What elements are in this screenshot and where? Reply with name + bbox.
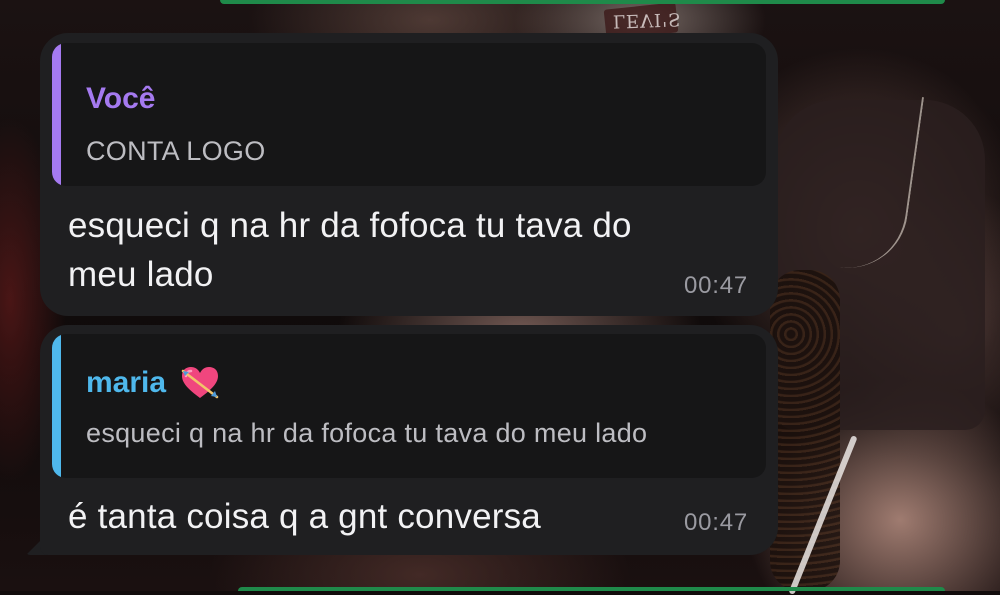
- heart-with-arrow-icon: [180, 365, 220, 401]
- next-message-edge: [238, 587, 945, 591]
- reply-quote-bar: [52, 43, 61, 186]
- message-time: 00:47: [683, 509, 748, 536]
- message-bubble[interactable]: Você CONTA LOGO esqueci q na hr da fofoc…: [40, 33, 778, 316]
- reply-author-name: Você: [86, 82, 156, 115]
- message-bubble[interactable]: maria esqueci q na hr da fofoca tu tava …: [40, 325, 778, 555]
- reply-text: esqueci q na hr da fofoca tu tava do meu…: [86, 418, 648, 448]
- reply-author: Você: [86, 81, 155, 117]
- previous-message-edge: [220, 0, 945, 4]
- reply-author: maria: [86, 365, 220, 401]
- message-time: 00:47: [683, 272, 748, 299]
- reply-author-name: maria: [86, 366, 167, 399]
- message-text: esqueci q na hr da fofoca tu tava do meu…: [68, 206, 632, 294]
- reply-quote-bar: [52, 334, 61, 478]
- wallpaper-hair: [770, 270, 840, 591]
- reply-quote[interactable]: maria esqueci q na hr da fofoca tu tava …: [52, 334, 766, 478]
- reply-quote[interactable]: Você CONTA LOGO: [52, 43, 766, 186]
- reply-text: CONTA LOGO: [86, 136, 266, 166]
- shirt-logo-text: LEVI'S: [612, 8, 682, 32]
- message-text: é tanta coisa q a gnt conversa: [68, 497, 541, 536]
